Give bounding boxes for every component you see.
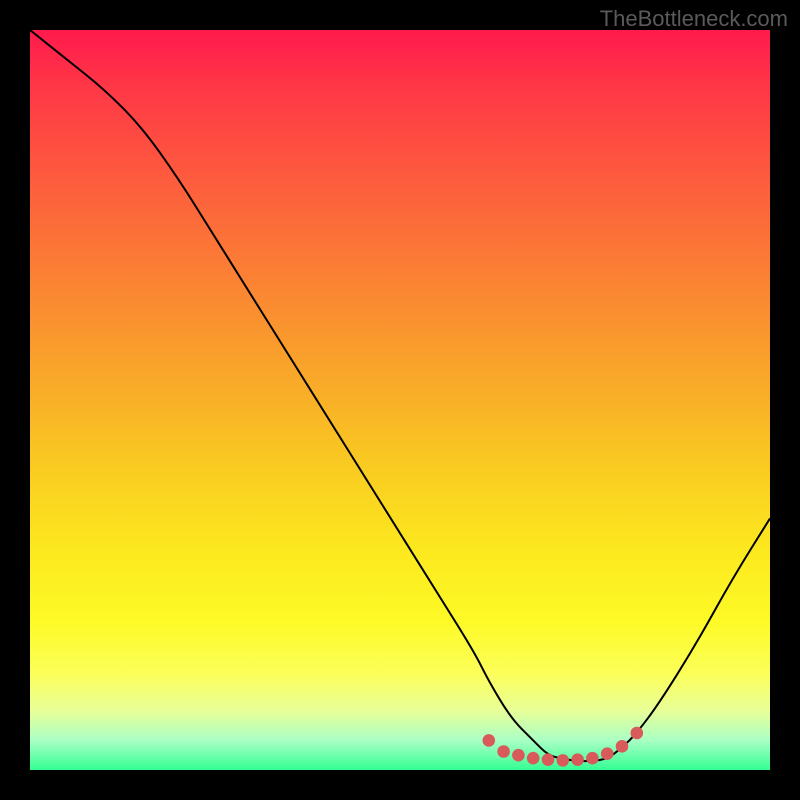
- optimal-dot: [571, 753, 584, 766]
- chart-svg: [30, 30, 770, 770]
- bottleneck-curve: [30, 30, 770, 761]
- optimal-dot: [527, 752, 540, 765]
- optimal-dot: [586, 752, 599, 765]
- optimal-dot: [497, 745, 510, 758]
- optimal-dot: [616, 740, 629, 753]
- optimal-dot: [557, 754, 570, 767]
- optimal-zone-dots: [483, 727, 644, 767]
- optimal-dot: [601, 747, 614, 760]
- optimal-dot: [483, 734, 496, 747]
- watermark-text: TheBottleneck.com: [600, 6, 788, 32]
- optimal-dot: [512, 749, 525, 762]
- chart-plot-area: [30, 30, 770, 770]
- optimal-dot: [631, 727, 644, 740]
- optimal-dot: [542, 753, 555, 766]
